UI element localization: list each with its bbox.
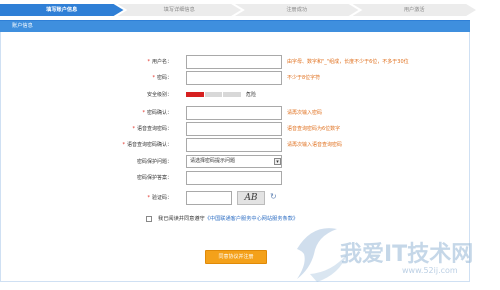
required-mark: * (152, 75, 155, 81)
password-confirm-label: 密码确认： (146, 110, 172, 116)
voice-password-confirm-hint: 请再次输入语音查询密码 (287, 142, 343, 148)
password-row: * 密码： 不少于8位字符 (0, 71, 470, 85)
voice-password-confirm-label: 语音查询密码确认： (126, 142, 172, 148)
username-input[interactable] (186, 55, 282, 69)
password-confirm-input[interactable] (186, 106, 282, 120)
username-label: 用户名： (151, 59, 172, 65)
password-input[interactable] (186, 71, 282, 85)
username-row: * 用户名： 由字母、数字和"_"组成，长度不少于6位，不多于30位 (0, 55, 470, 69)
strength-segment-strong (223, 92, 242, 97)
password-confirm-row: * 密码确认： 请再次输入密码 (0, 106, 470, 120)
security-answer-label: 密码保护答案： (136, 175, 172, 181)
watermark-text: 我爱IT技术网 (340, 242, 474, 267)
captcha-input[interactable] (186, 191, 232, 205)
registration-steps: 填写账户信息 填写详细信息 注册成功 用户激活 (0, 4, 476, 16)
captcha-row: * 验证码： AB ↻ (0, 191, 470, 205)
voice-password-confirm-input[interactable] (186, 138, 282, 152)
security-answer-row: 密码保护答案： (0, 171, 470, 185)
required-mark: * (147, 59, 150, 65)
agreement-row: 我已阅读并同意遵守《中国联通客户服务中心网站服务条款》 (146, 214, 298, 224)
security-question-select[interactable]: 请选择密码提示问题 (186, 155, 282, 168)
watermark: 我爱IT技术网 www.52ij.com (292, 224, 497, 286)
chevron-down-icon[interactable]: ▾ (274, 158, 281, 165)
voice-password-hint: 语音查询密码为6位数字 (287, 126, 341, 132)
section-title: 账户信息 (0, 20, 470, 32)
required-mark: * (142, 110, 145, 116)
strength-text: 危险 (246, 92, 257, 98)
step-detail-info: 填写详细信息 (117, 4, 241, 16)
agree-checkbox[interactable] (146, 215, 152, 222)
password-confirm-hint: 请再次输入密码 (287, 110, 323, 116)
step-account-info: 填写账户信息 (0, 4, 124, 16)
required-mark: * (147, 195, 150, 201)
password-hint: 不少于8位字符 (287, 75, 321, 81)
step-user-activation: 用户激活 (352, 4, 476, 16)
required-mark: * (122, 142, 125, 148)
captcha-label: 验证码： (151, 195, 172, 201)
password-strength-row: 安全级别： 危险 (0, 88, 470, 102)
strength-meter (186, 92, 242, 97)
security-question-label: 密码保护问题： (136, 159, 172, 165)
voice-password-row: * 语音查询密码： 语音查询密码为6位数字 (0, 122, 470, 136)
voice-password-input[interactable] (186, 122, 282, 136)
voice-password-confirm-row: * 语音查询密码确认： 请再次输入语音查询密码 (0, 138, 470, 152)
voice-password-label: 语音查询密码： (136, 126, 172, 132)
refresh-icon[interactable]: ↻ (270, 192, 277, 201)
security-question-row: 密码保护问题： 请选择密码提示问题 ▾ (0, 155, 470, 169)
agree-text: 我已阅读并同意遵守 (158, 216, 205, 222)
strength-segment-medium (204, 92, 223, 97)
required-mark: * (132, 126, 135, 132)
watermark-url: www.52ij.com (402, 266, 458, 275)
security-answer-input[interactable] (186, 171, 282, 185)
security-question-selected: 请选择密码提示问题 (190, 158, 236, 164)
password-label: 密码： (156, 75, 172, 81)
strength-segment-weak (186, 92, 204, 97)
username-hint: 由字母、数字和"_"组成，长度不少于6位，不多于30位 (287, 59, 409, 65)
step-register-success: 注册成功 (235, 4, 359, 16)
terms-link[interactable]: 《中国联通客户服务中心网站服务条款》 (205, 216, 298, 222)
agree-and-register-button[interactable]: 同意协议并注册 (205, 250, 267, 264)
captcha-image[interactable]: AB (237, 191, 265, 205)
strength-label: 安全级别： (146, 92, 172, 98)
